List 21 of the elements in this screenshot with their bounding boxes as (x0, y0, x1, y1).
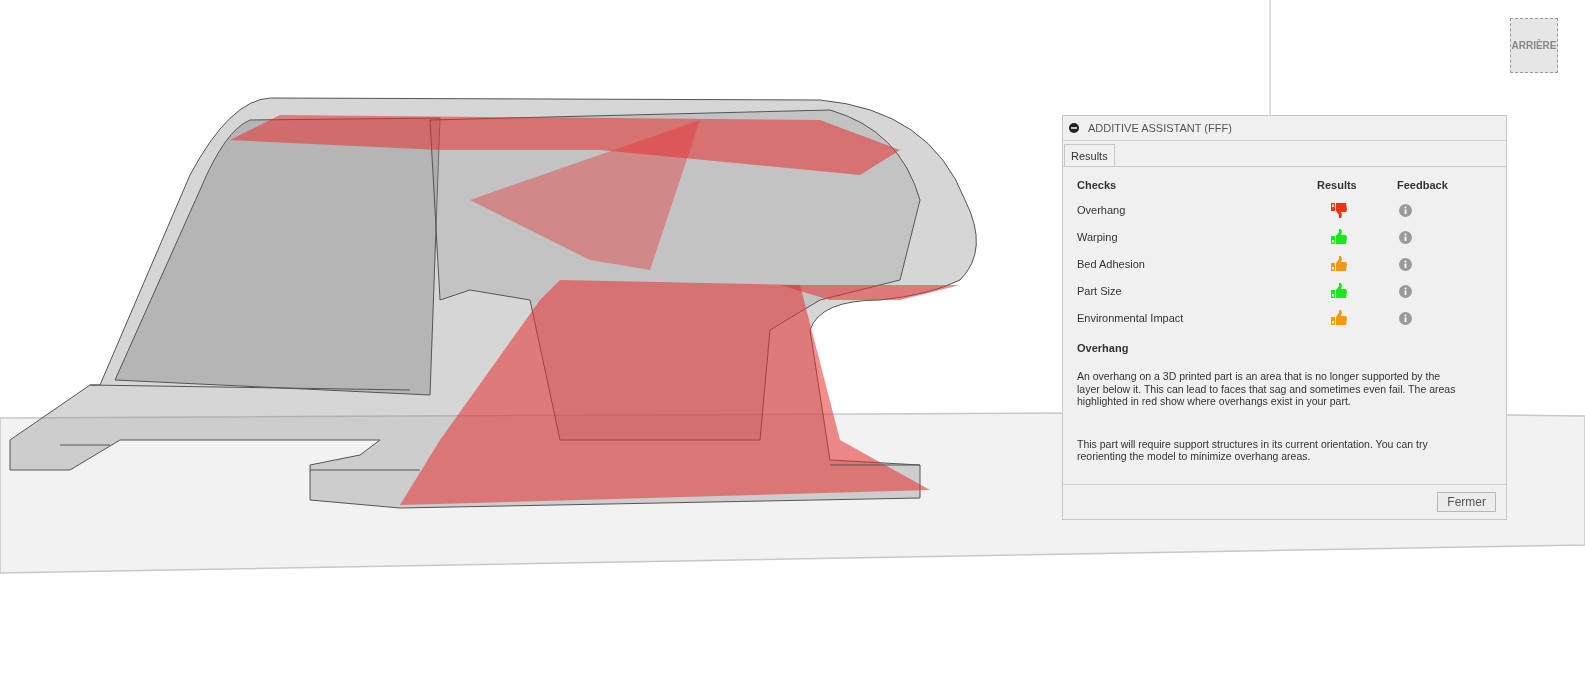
detail-text: This part will require support structures in its current orientation. You can try reorienting the model to minimize overhang areas. (1077, 437, 1429, 463)
cube-face-label: ARRIÈRE (1511, 40, 1557, 51)
close-button[interactable]: Fermer (1437, 492, 1496, 512)
info-icon[interactable] (1399, 257, 1412, 271)
column-header: Checks (1077, 179, 1118, 191)
check-name: Bed Adhesion (1077, 258, 1146, 270)
check-name: Warping (1077, 231, 1119, 243)
detail-text: An overhang on a 3D printed part is an area that is no longer supported by the layer below it. This can lead to faces that sag and sometimes even fail. The areas highlighted in red show where overhangs exist in your part. (1077, 370, 1457, 408)
info-icon[interactable] (1399, 203, 1412, 217)
info-icon[interactable] (1399, 284, 1412, 298)
check-name: Environmental Impact (1077, 312, 1185, 324)
results-tab[interactable]: Results (1064, 144, 1115, 166)
info-icon[interactable] (1399, 230, 1412, 244)
panel-title: ADDITIVE ASSISTANT (FFF) (1088, 122, 1232, 134)
collapse-icon[interactable] (1069, 123, 1079, 133)
info-icon[interactable] (1399, 311, 1412, 325)
check-name: Part Size (1077, 285, 1123, 297)
column-header: Feedback (1397, 179, 1449, 191)
check-name: Overhang (1077, 204, 1127, 216)
detail-title: Overhang (1077, 342, 1130, 354)
column-header: Results (1317, 179, 1358, 191)
